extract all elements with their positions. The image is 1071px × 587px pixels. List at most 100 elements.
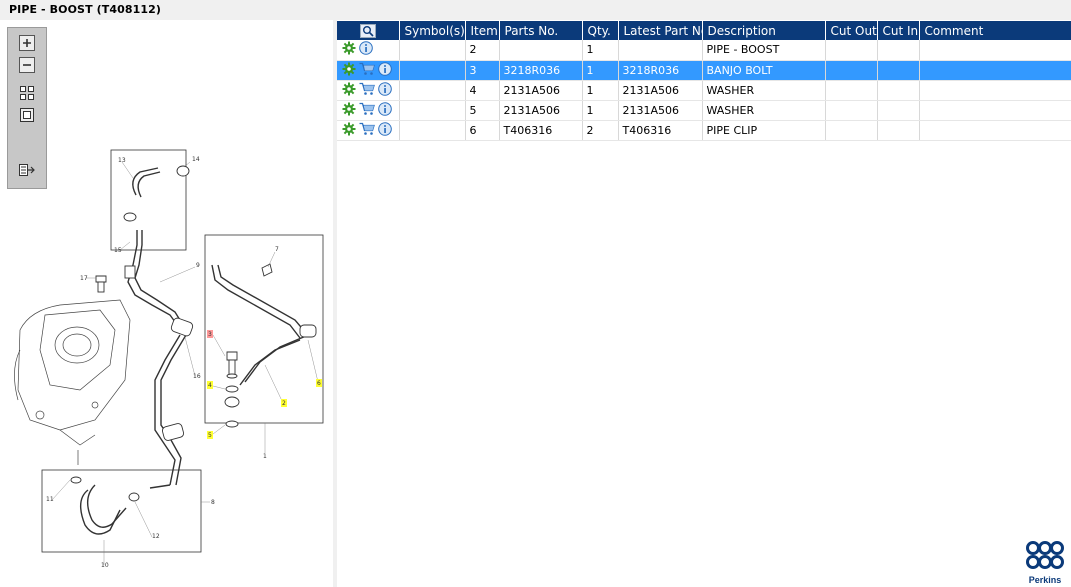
item-cell: 3 xyxy=(465,60,500,81)
info-button[interactable] xyxy=(359,41,373,58)
perkins-logo-icon xyxy=(1026,541,1064,569)
comment-cell xyxy=(919,100,1071,121)
table-row[interactable]: 2 1 PIPE - BOOST xyxy=(337,40,1071,61)
row-actions xyxy=(337,100,400,121)
info-icon xyxy=(378,81,392,96)
column-header-cut-out[interactable]: Cut Out xyxy=(825,21,878,40)
callout-16[interactable]: 16 xyxy=(193,373,201,380)
cut-in-cell xyxy=(877,40,920,61)
info-button[interactable] xyxy=(378,121,392,139)
callout-8[interactable]: 8 xyxy=(211,499,215,506)
brand-name: Perkins xyxy=(1028,575,1062,585)
column-header-item[interactable]: Item xyxy=(465,21,500,40)
column-header-qty[interactable]: Qty. xyxy=(582,21,619,40)
item-cell: 5 xyxy=(465,100,500,121)
zoom-in-icon xyxy=(19,35,35,51)
cut-out-cell xyxy=(825,60,878,81)
latest-part-no-cell: T406316 xyxy=(618,120,703,141)
add-to-cart-button[interactable] xyxy=(359,122,375,139)
table-row[interactable]: 5 2131A506 1 2131A506 WASHER xyxy=(337,100,1071,121)
symbols-cell xyxy=(399,120,466,141)
callout-2[interactable]: 2 xyxy=(282,400,286,407)
comment-cell xyxy=(919,80,1071,101)
window-title: PIPE - BOOST (T408112) xyxy=(9,3,161,16)
zoom-toolbar xyxy=(7,27,47,189)
table-row[interactable]: 3 3218R036 1 3218R036 BANJO BOLT xyxy=(337,60,1071,81)
column-header-comment[interactable]: Comment xyxy=(919,21,1071,40)
info-icon xyxy=(378,101,392,116)
shopping-cart-icon xyxy=(359,62,375,75)
callout-10[interactable]: 10 xyxy=(101,562,109,569)
callout-3[interactable]: 3 xyxy=(208,331,212,338)
zoom-in-button[interactable] xyxy=(16,33,38,53)
info-button[interactable] xyxy=(378,81,392,99)
info-button[interactable] xyxy=(378,101,392,119)
column-header-latest-part-no[interactable]: Latest Part No. xyxy=(618,21,703,40)
description-cell: WASHER xyxy=(702,100,826,121)
callout-15[interactable]: 15 xyxy=(114,247,122,254)
shopping-cart-icon xyxy=(359,102,375,115)
settings-button[interactable] xyxy=(342,82,356,99)
parts-list-pane: Symbol(s) Item Parts No. Qty. Latest Par… xyxy=(337,20,1071,587)
settings-button[interactable] xyxy=(342,102,356,119)
column-header-parts-no[interactable]: Parts No. xyxy=(499,21,583,40)
callout-17[interactable]: 17 xyxy=(80,275,88,282)
callout-13[interactable]: 13 xyxy=(118,157,126,164)
cut-in-cell xyxy=(877,80,920,101)
zoom-out-button[interactable] xyxy=(16,55,38,75)
table-header-row: Symbol(s) Item Parts No. Qty. Latest Par… xyxy=(337,21,1071,40)
info-button[interactable] xyxy=(378,61,392,79)
add-to-cart-button[interactable] xyxy=(359,62,375,79)
qty-cell: 1 xyxy=(582,60,619,81)
parts-no-cell xyxy=(499,40,583,61)
fit-all-icon xyxy=(20,86,34,100)
column-header-symbols[interactable]: Symbol(s) xyxy=(399,21,466,40)
callout-11[interactable]: 11 xyxy=(46,496,54,503)
info-icon xyxy=(378,61,392,76)
table-row[interactable]: 4 2131A506 1 2131A506 WASHER xyxy=(337,80,1071,101)
settings-button[interactable] xyxy=(342,62,356,79)
column-header-cut-in[interactable]: Cut In xyxy=(877,21,920,40)
add-to-cart-button[interactable] xyxy=(359,102,375,119)
callout-7[interactable]: 7 xyxy=(275,246,279,253)
qty-cell: 2 xyxy=(582,120,619,141)
description-cell: WASHER xyxy=(702,80,826,101)
qty-cell: 1 xyxy=(582,100,619,121)
parts-no-cell: 3218R036 xyxy=(499,60,583,81)
cut-in-cell xyxy=(877,100,920,121)
actual-size-button[interactable] xyxy=(16,105,38,125)
column-header-description[interactable]: Description xyxy=(702,21,826,40)
add-to-cart-button[interactable] xyxy=(359,82,375,99)
search-parts-icon xyxy=(359,23,376,38)
description-cell: PIPE CLIP xyxy=(702,120,826,141)
comment-cell xyxy=(919,40,1071,61)
callout-4[interactable]: 4 xyxy=(208,382,212,389)
item-cell: 6 xyxy=(465,120,500,141)
info-icon xyxy=(378,121,392,136)
callout-12[interactable]: 12 xyxy=(152,533,160,540)
cut-in-cell xyxy=(877,120,920,141)
export-button[interactable] xyxy=(16,160,38,180)
comment-cell xyxy=(919,120,1071,141)
column-header-tools[interactable] xyxy=(337,21,400,40)
settings-button[interactable] xyxy=(342,41,356,58)
qty-cell: 1 xyxy=(582,80,619,101)
symbols-cell xyxy=(399,40,466,61)
exploded-parts-diagram[interactable]: 13 14 15 9 17 7 3 4 2 6 5 16 1 8 11 12 1… xyxy=(0,20,333,587)
settings-button[interactable] xyxy=(342,122,356,139)
callout-14[interactable]: 14 xyxy=(192,156,200,163)
fit-all-button[interactable] xyxy=(16,83,38,103)
latest-part-no-cell xyxy=(618,40,703,61)
export-icon xyxy=(19,164,35,176)
cut-out-cell xyxy=(825,120,878,141)
callout-6[interactable]: 6 xyxy=(317,380,321,387)
table-row[interactable]: 6 T406316 2 T406316 PIPE CLIP xyxy=(337,120,1071,141)
callout-9[interactable]: 9 xyxy=(196,262,200,269)
callout-1[interactable]: 1 xyxy=(263,453,267,460)
callout-5[interactable]: 5 xyxy=(208,432,212,439)
latest-part-no-cell: 3218R036 xyxy=(618,60,703,81)
parts-table: Symbol(s) Item Parts No. Qty. Latest Par… xyxy=(337,21,1071,141)
qty-cell: 1 xyxy=(582,40,619,61)
comment-cell xyxy=(919,60,1071,81)
diagram-pane[interactable]: 13 14 15 9 17 7 3 4 2 6 5 16 1 8 11 12 1… xyxy=(0,20,333,587)
